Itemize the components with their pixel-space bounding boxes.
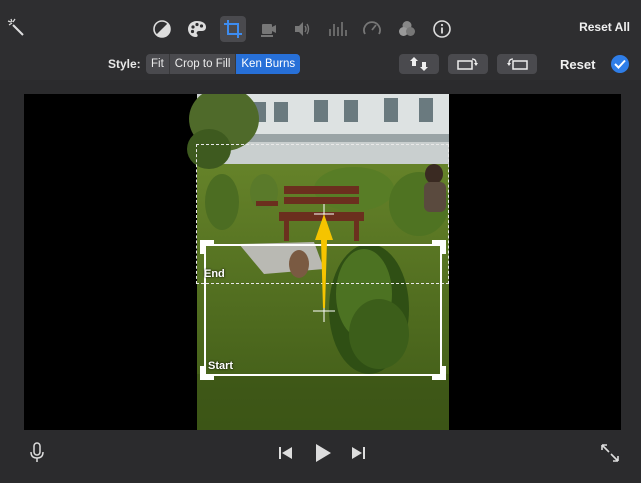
rotate-right-icon bbox=[457, 58, 478, 70]
video-viewer: End Start bbox=[24, 94, 621, 430]
swap-arrows-icon bbox=[410, 57, 428, 71]
color-palette-icon[interactable] bbox=[184, 16, 210, 42]
crop-icon[interactable] bbox=[220, 16, 246, 42]
magic-wand-icon[interactable] bbox=[4, 14, 30, 40]
rotate-clockwise-button[interactable] bbox=[448, 54, 488, 74]
style-bar bbox=[0, 50, 641, 80]
microphone-icon[interactable] bbox=[29, 442, 45, 464]
start-frame-bottom-right-handle[interactable] bbox=[430, 364, 446, 380]
color-balance-icon[interactable] bbox=[149, 16, 175, 42]
start-frame-top-left-handle[interactable] bbox=[200, 240, 216, 256]
skip-back-icon[interactable] bbox=[278, 446, 294, 460]
start-frame-top-right-handle[interactable] bbox=[430, 240, 446, 256]
style-option-crop-to-fill[interactable]: Crop to Fill bbox=[170, 54, 237, 74]
top-toolbar: Reset All bbox=[0, 0, 641, 50]
info-icon[interactable] bbox=[429, 16, 455, 42]
skip-forward-icon[interactable] bbox=[350, 446, 366, 460]
style-option-ken-burns[interactable]: Ken Burns bbox=[236, 54, 301, 74]
style-option-fit[interactable]: Fit bbox=[146, 54, 170, 74]
ken-burns-direction-arrow bbox=[315, 214, 333, 308]
checkmark-icon bbox=[614, 59, 626, 69]
start-frame-label: Start bbox=[208, 360, 234, 372]
rotate-counterclockwise-button[interactable] bbox=[497, 54, 537, 74]
volume-icon[interactable] bbox=[289, 16, 315, 42]
swap-start-end-button[interactable] bbox=[399, 54, 439, 74]
equalizer-icon[interactable] bbox=[324, 16, 350, 42]
playback-bar bbox=[0, 436, 641, 483]
play-icon[interactable] bbox=[313, 443, 333, 463]
filter-icon[interactable] bbox=[394, 16, 420, 42]
reset-all-button[interactable]: Reset All bbox=[579, 20, 630, 34]
rotate-left-icon bbox=[507, 58, 528, 70]
style-segmented-control: Fit Crop to Fill Ken Burns bbox=[146, 54, 301, 74]
camera-stabilize-icon[interactable] bbox=[255, 16, 281, 42]
reset-button[interactable]: Reset bbox=[560, 57, 595, 72]
fullscreen-icon[interactable] bbox=[600, 443, 620, 463]
end-frame-label: End bbox=[204, 268, 225, 280]
style-label: Style: bbox=[108, 57, 141, 71]
speedometer-icon[interactable] bbox=[359, 16, 385, 42]
apply-checkmark-button[interactable] bbox=[611, 55, 629, 73]
